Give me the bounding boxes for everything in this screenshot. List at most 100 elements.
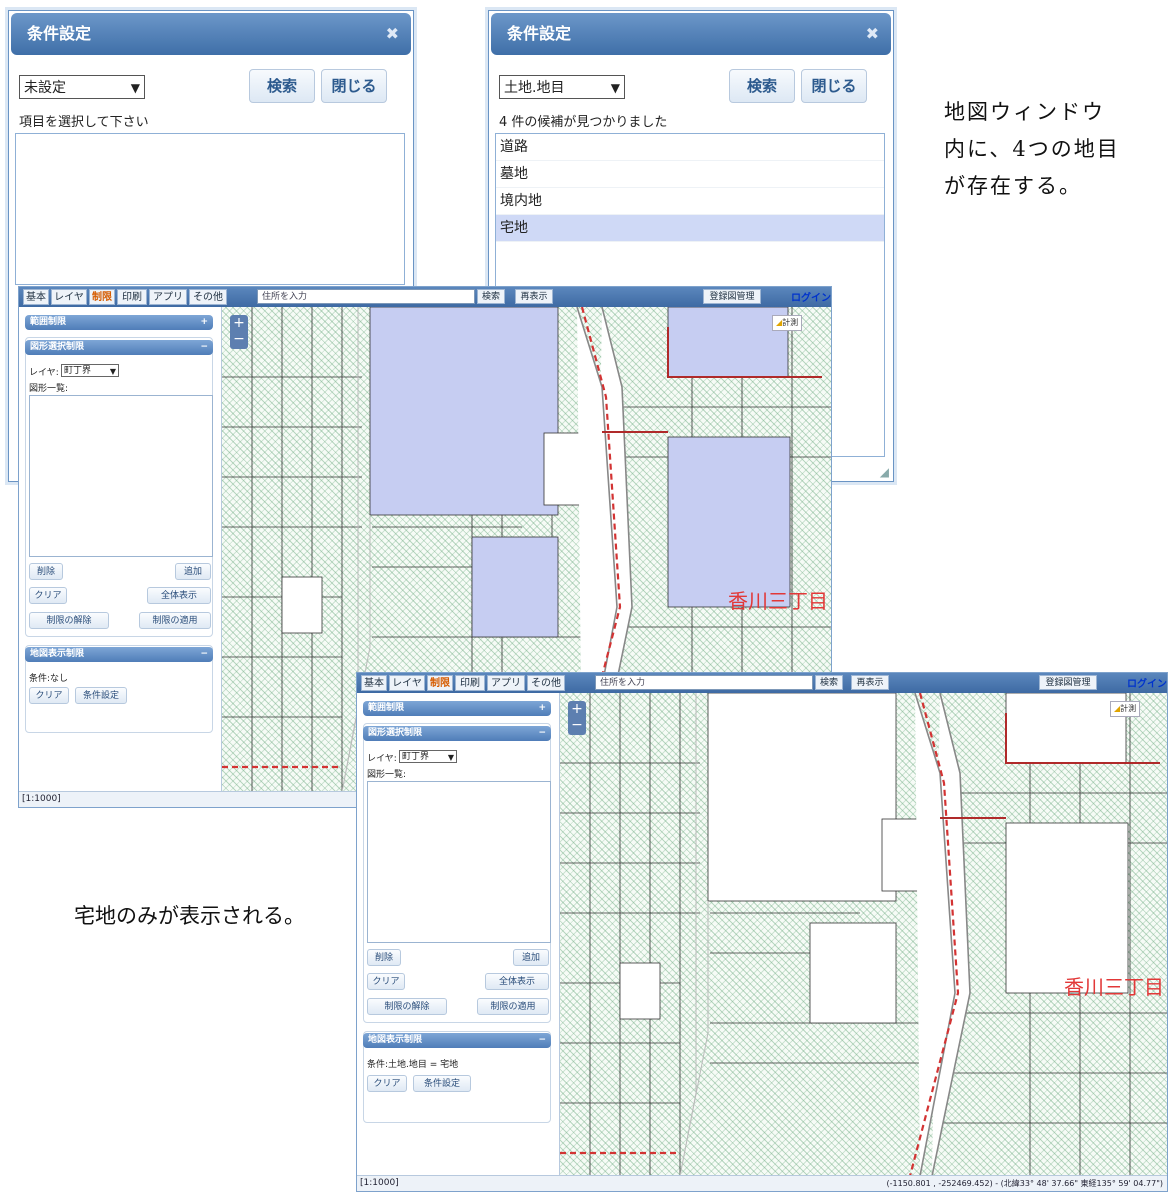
map-search-button[interactable]: 検索	[477, 289, 505, 304]
layer-select-value: 町丁界	[64, 366, 92, 376]
clear-condition-button[interactable]: クリア	[367, 1075, 407, 1092]
panel-title: 図形選択制限	[368, 728, 423, 738]
layer-select[interactable]: 町丁界 ▼	[61, 364, 119, 377]
range-restriction-header[interactable]: 範囲制限 +	[25, 315, 213, 330]
measure-button[interactable]: ◢計測	[772, 315, 803, 331]
candidate-item[interactable]: 墓地	[496, 161, 884, 188]
condition-settings-button[interactable]: 条件設定	[413, 1075, 471, 1092]
layer-select[interactable]: 町丁界 ▼	[399, 750, 457, 763]
hidden-temple-parcel	[707, 693, 897, 902]
search-button[interactable]: 検索	[729, 69, 795, 103]
zoom-control[interactable]: + −	[568, 701, 586, 735]
measure-label: 計測	[782, 318, 799, 327]
tab-print[interactable]: 印刷	[455, 675, 485, 691]
resize-grip-icon[interactable]: ◢	[880, 465, 889, 479]
address-input[interactable]: 住所を入力	[595, 675, 813, 690]
layer-select-value: 町丁界	[402, 752, 430, 762]
delete-button[interactable]: 削除	[29, 563, 63, 580]
tab-other[interactable]: その他	[189, 289, 227, 305]
login-link[interactable]: ログイン	[791, 289, 831, 304]
plus-icon: +	[200, 317, 208, 327]
range-restriction-header[interactable]: 範囲制限 +	[363, 701, 551, 716]
map-restriction-header[interactable]: 地図表示制限 −	[25, 647, 213, 662]
release-restriction-button[interactable]: 制限の解除	[29, 612, 109, 629]
candidate-item[interactable]: 境内地	[496, 188, 884, 215]
map-search-button[interactable]: 検索	[815, 675, 843, 690]
side-panel: 範囲制限 + 図形選択制限 − レイヤ: 町丁界 ▼ 図形一覧: 削除 追加 クリア …	[357, 693, 560, 1176]
dialog-title-bar[interactable]: 条件設定 ✖	[11, 13, 411, 55]
login-link[interactable]: ログイン	[1127, 675, 1167, 690]
redisplay-button[interactable]: 再表示	[851, 675, 889, 690]
tab-restriction[interactable]: 制限	[89, 289, 115, 305]
chevron-down-icon: ▼	[610, 81, 620, 95]
show-all-button[interactable]: 全体表示	[485, 973, 549, 990]
apply-restriction-button[interactable]: 制限の適用	[477, 998, 549, 1015]
tab-app[interactable]: アプリ	[149, 289, 187, 305]
delete-button[interactable]: 削除	[367, 949, 401, 966]
close-icon[interactable]: ✖	[866, 13, 879, 55]
tab-basic[interactable]: 基本	[23, 289, 49, 305]
toolbar: 基本 レイヤ 制限 印刷 アプリ その他 住所を入力 検索 再表示 登録図管理 …	[19, 287, 831, 307]
note-right: 地図ウィンドウ 内に、4つの地目 が存在する。	[944, 94, 1120, 205]
redisplay-button[interactable]: 再表示	[515, 289, 553, 304]
search-button[interactable]: 検索	[249, 69, 315, 103]
registered-map-button[interactable]: 登録図管理	[703, 289, 761, 304]
add-button[interactable]: 追加	[513, 949, 549, 966]
tab-other[interactable]: その他	[527, 675, 565, 691]
note-line: が存在する。	[944, 174, 1082, 198]
add-button[interactable]: 追加	[175, 563, 211, 580]
tab-layer[interactable]: レイヤ	[389, 675, 425, 691]
candidate-item[interactable]: 道路	[496, 134, 884, 161]
shape-restriction-header[interactable]: 図形選択制限 −	[25, 340, 213, 355]
show-all-button[interactable]: 全体表示	[147, 587, 211, 604]
scale-text: [1:1000]	[360, 1178, 399, 1188]
zoom-in-icon[interactable]: +	[568, 701, 586, 717]
clear-button[interactable]: クリア	[367, 973, 405, 990]
chevron-down-icon: ▼	[109, 367, 116, 376]
candidate-item-selected[interactable]: 宅地	[496, 215, 884, 242]
zoom-out-icon[interactable]: −	[568, 717, 586, 733]
condition-text: 条件:なし	[29, 674, 69, 684]
note-line: 内に、4つの地目	[944, 137, 1120, 161]
layer-label: レイヤ:	[367, 754, 397, 764]
clear-button[interactable]: クリア	[29, 587, 67, 604]
shape-restriction-header[interactable]: 図形選択制限 −	[363, 726, 551, 741]
dialog-title-bar[interactable]: 条件設定 ✖	[491, 13, 891, 55]
zoom-in-icon[interactable]: +	[230, 315, 248, 331]
tab-restriction[interactable]: 制限	[427, 675, 453, 691]
map-restriction-header[interactable]: 地図表示制限 −	[363, 1033, 551, 1048]
release-restriction-button[interactable]: 制限の解除	[367, 998, 447, 1015]
shape-list[interactable]	[367, 781, 551, 943]
map-view[interactable]: + − ◢計測 香川三丁目	[560, 693, 1167, 1176]
zoom-out-icon[interactable]: −	[230, 331, 248, 347]
zoom-control[interactable]: + −	[230, 315, 248, 349]
chevron-down-icon: ▼	[447, 753, 454, 762]
shape-list[interactable]	[29, 395, 213, 557]
close-button[interactable]: 閉じる	[801, 69, 867, 103]
tab-app[interactable]: アプリ	[487, 675, 525, 691]
minus-icon: −	[538, 728, 546, 738]
condition-settings-button[interactable]: 条件設定	[75, 687, 127, 704]
district-label: 香川三丁目	[1064, 975, 1164, 999]
close-button[interactable]: 閉じる	[321, 69, 387, 103]
temple-parcel-right	[667, 436, 791, 608]
candidate-list[interactable]	[15, 133, 405, 285]
clear-condition-button[interactable]: クリア	[29, 687, 69, 704]
close-icon[interactable]: ✖	[386, 13, 399, 55]
apply-restriction-button[interactable]: 制限の適用	[139, 612, 211, 629]
address-input[interactable]: 住所を入力	[257, 289, 475, 304]
measure-button[interactable]: ◢計測	[1110, 701, 1141, 717]
tab-layer[interactable]: レイヤ	[51, 289, 87, 305]
note-left: 宅地のみが表示される。	[74, 904, 305, 928]
measure-label: 計測	[1120, 704, 1137, 713]
plus-icon: +	[538, 703, 546, 713]
tab-basic[interactable]: 基本	[361, 675, 387, 691]
attribute-select[interactable]: 土地.地目 ▼	[499, 75, 625, 99]
attribute-select-value: 土地.地目	[504, 80, 565, 96]
note-line: 地図ウィンドウ	[944, 100, 1105, 124]
attribute-select[interactable]: 未設定 ▼	[19, 75, 145, 99]
tab-print[interactable]: 印刷	[117, 289, 147, 305]
panel-title: 地図表示制限	[30, 649, 85, 659]
registered-map-button[interactable]: 登録図管理	[1039, 675, 1097, 690]
condition-text: 条件:土地.地目 = 宅地	[367, 1060, 459, 1070]
